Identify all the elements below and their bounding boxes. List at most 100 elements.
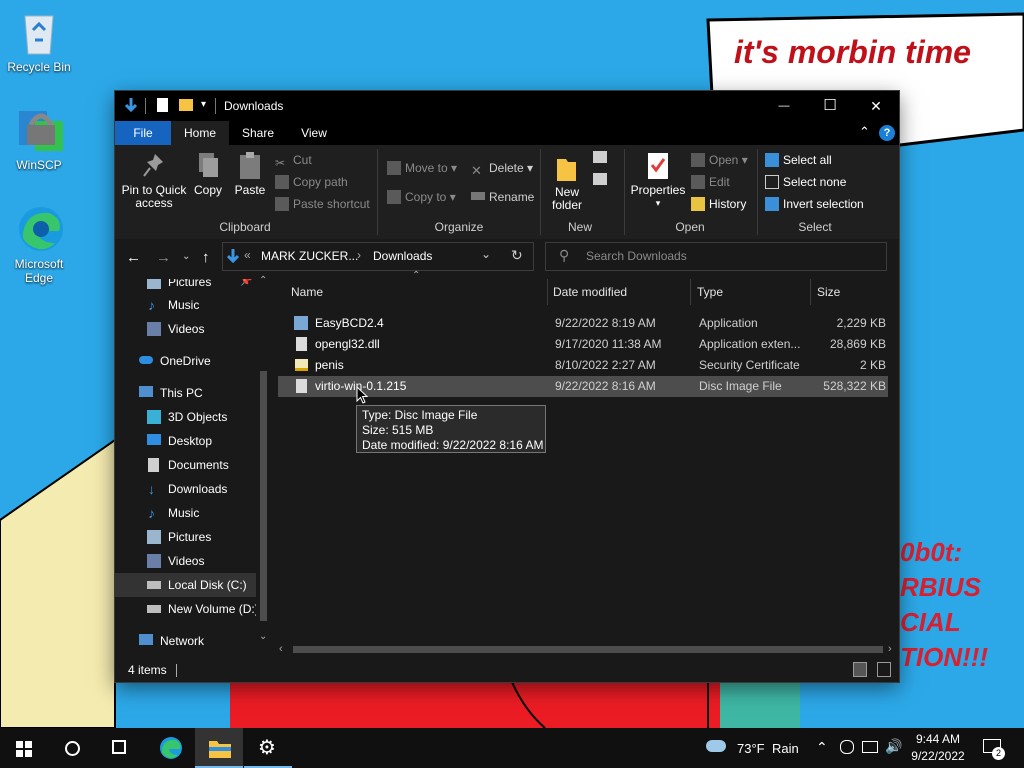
large-icons-view-icon[interactable] (877, 662, 891, 677)
column-header-name[interactable]: Name (291, 279, 323, 305)
desktop-icon-winscp[interactable]: WinSCP (1, 105, 77, 172)
select-all-button[interactable]: Select all (765, 150, 832, 170)
scroll-right-icon[interactable]: › (888, 643, 892, 655)
search-button[interactable] (48, 728, 96, 768)
breadcrumb-separator-icon[interactable]: › (357, 248, 361, 262)
file-row[interactable]: penis 8/10/2022 2:27 AM Security Certifi… (288, 355, 888, 376)
maximize-button[interactable]: ☐ (807, 91, 853, 121)
new-folder-button[interactable]: New folder (547, 151, 587, 212)
nav-item-network[interactable]: Network (115, 629, 265, 649)
copy-to-label: Copy to (405, 190, 447, 204)
tab-home[interactable]: Home (171, 121, 229, 145)
scrollbar-thumb[interactable] (293, 646, 883, 653)
address-dropdown-icon[interactable]: ⌄ (481, 247, 491, 261)
search-input[interactable]: ⚲ Search Downloads (545, 242, 887, 271)
weather-widget[interactable]: 73°F Rain (704, 728, 802, 768)
close-button[interactable]: ✕ (853, 91, 899, 121)
invert-selection-button[interactable]: Invert selection (765, 194, 864, 214)
column-separator[interactable] (690, 279, 691, 305)
breadcrumb-item[interactable]: Downloads (373, 249, 432, 263)
tab-share[interactable]: Share (233, 121, 283, 145)
properties-quick-icon[interactable] (157, 98, 168, 112)
edit-button[interactable]: Edit (691, 172, 730, 192)
horizontal-scrollbar[interactable]: ‹ › (275, 641, 899, 659)
nav-item-this-pc[interactable]: This PC (115, 381, 265, 405)
new-item-icon[interactable] (593, 151, 607, 163)
nav-item-videos[interactable]: Videos (115, 317, 265, 341)
open-button[interactable]: Open ▾ (691, 150, 748, 170)
scroll-left-icon[interactable]: ‹ (279, 643, 283, 655)
copy-button[interactable]: Copy (191, 151, 225, 197)
task-view-button[interactable] (96, 728, 144, 768)
back-arrow-icon[interactable]: ← (126, 249, 141, 266)
easy-access-icon[interactable] (593, 173, 607, 185)
copy-path-button[interactable]: Copy path (275, 172, 348, 192)
refresh-icon[interactable]: ↻ (511, 247, 523, 264)
copy-to-button[interactable]: Copy to ▾ (387, 187, 456, 207)
search-icon: ⚲ (559, 247, 570, 263)
scrollbar-thumb[interactable] (260, 371, 267, 621)
clock[interactable]: 9:44 AM 9/22/2022 (905, 731, 971, 767)
nav-item-onedrive[interactable]: OneDrive (115, 349, 265, 373)
scroll-down-icon[interactable]: ⌄ (259, 631, 267, 642)
forward-arrow-icon[interactable]: → (156, 249, 171, 266)
nav-item-desktop[interactable]: Desktop (115, 429, 265, 453)
recent-locations-icon[interactable]: ⌄ (182, 251, 190, 262)
pin-to-quick-access-button[interactable]: Pin to Quick access (119, 151, 189, 210)
meet-now-icon[interactable] (840, 740, 854, 754)
nav-item-pictures[interactable]: Pictures 📌 (115, 279, 265, 294)
quick-access-down-arrow-icon[interactable] (124, 97, 138, 116)
tab-file[interactable]: File (115, 121, 171, 145)
volume-tray-icon[interactable]: 🔊 (885, 738, 902, 755)
column-separator[interactable] (810, 279, 811, 305)
address-bar[interactable]: « MARK ZUCKER... › Downloads ⌄ ↻ (222, 242, 534, 271)
history-button[interactable]: History (691, 194, 746, 214)
navigation-pane-scrollbar[interactable]: ⌃ ⌄ (256, 275, 270, 649)
paste-shortcut-button[interactable]: Paste shortcut (275, 194, 370, 214)
new-folder-quick-icon[interactable] (179, 99, 193, 111)
nav-item-new-volume[interactable]: New Volume (D:) (115, 597, 265, 621)
details-view-icon[interactable] (853, 662, 867, 677)
breadcrumb-overflow-icon[interactable]: « (244, 248, 251, 262)
delete-button[interactable]: ✕ Delete ▾ (471, 158, 533, 178)
title-bar[interactable]: ▾ Downloads — ☐ ✕ (115, 91, 899, 121)
rename-button[interactable]: Rename (471, 187, 534, 207)
properties-button[interactable]: Properties ▾ (629, 151, 687, 210)
show-hidden-icons-icon[interactable]: ⌃ (816, 739, 828, 756)
select-none-button[interactable]: Select none (765, 172, 846, 192)
customize-quick-access-icon[interactable]: ▾ (201, 99, 206, 110)
cut-button[interactable]: ✂ Cut (275, 150, 312, 170)
scroll-up-icon[interactable]: ⌃ (259, 275, 267, 286)
breadcrumb-item[interactable]: MARK ZUCKER... (261, 249, 358, 263)
network-tray-icon[interactable] (862, 741, 878, 753)
move-to-button[interactable]: Move to ▾ (387, 158, 457, 178)
notification-center-button[interactable]: 2 (980, 736, 1006, 762)
nav-item-documents[interactable]: Documents (115, 453, 265, 477)
file-row[interactable]: EasyBCD2.4 9/22/2022 8:19 AM Application… (288, 313, 888, 334)
file-row[interactable]: opengl32.dll 9/17/2020 11:38 AM Applicat… (288, 334, 888, 355)
nav-item-music[interactable]: ♪ Music (115, 501, 265, 525)
column-separator[interactable] (547, 279, 548, 305)
column-header-type[interactable]: Type (697, 279, 723, 305)
desktop-icon-recycle-bin[interactable]: Recycle Bin (1, 8, 77, 74)
column-header-date[interactable]: Date modified (553, 279, 627, 305)
settings-taskbar-button[interactable]: ⚙ (244, 728, 292, 768)
collapse-ribbon-icon[interactable]: ⌃ (859, 124, 870, 140)
column-header-size[interactable]: Size (817, 279, 840, 305)
nav-item-3d-objects[interactable]: 3D Objects (115, 405, 265, 429)
desktop-icon-edge[interactable]: Microsoft Edge (1, 205, 77, 285)
file-explorer-taskbar-button[interactable] (195, 728, 243, 768)
nav-item-music[interactable]: ♪ Music (115, 293, 265, 317)
file-row-hovered[interactable]: virtio-win-0.1.215 9/22/2022 8:16 AM Dis… (278, 376, 888, 397)
up-arrow-icon[interactable]: ↑ (202, 249, 210, 266)
minimize-button[interactable]: — (761, 91, 807, 121)
nav-item-videos[interactable]: Videos (115, 549, 265, 573)
edge-taskbar-button[interactable] (146, 728, 194, 768)
nav-item-local-disk[interactable]: Local Disk (C:) (115, 573, 265, 597)
nav-item-downloads[interactable]: ↓ Downloads (115, 477, 265, 501)
tab-view[interactable]: View (289, 121, 339, 145)
nav-item-pictures[interactable]: Pictures (115, 525, 265, 549)
start-button[interactable] (0, 728, 48, 768)
paste-button[interactable]: Paste (233, 151, 267, 197)
help-icon[interactable]: ? (879, 125, 895, 141)
